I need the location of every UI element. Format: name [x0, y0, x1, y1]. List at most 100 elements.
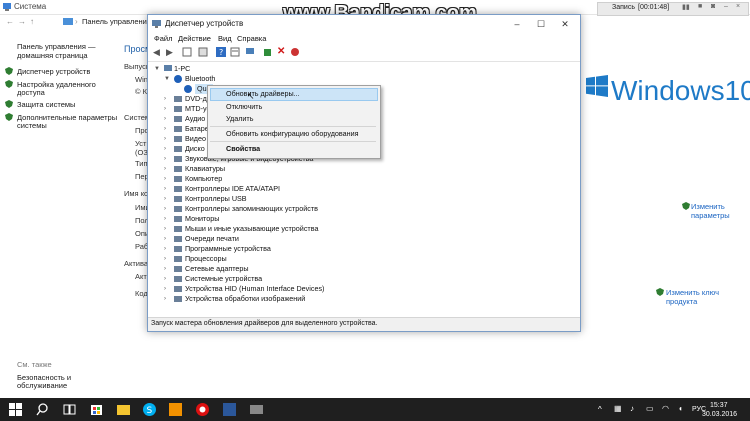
collapsed-arrow-icon[interactable]: › — [164, 264, 166, 274]
ctx-uninstall[interactable]: Удалить — [226, 114, 253, 123]
help-icon[interactable]: ? — [216, 47, 226, 57]
tree-item[interactable]: Компьютер — [185, 174, 222, 184]
change-params-link-1[interactable]: Изменить — [691, 202, 725, 211]
tree-item[interactable]: Устройства HID (Human Interface Devices) — [185, 284, 324, 294]
device-manager-link[interactable]: Диспетчер устройств — [17, 67, 90, 76]
tray-battery-icon[interactable]: ▭ — [646, 404, 654, 413]
back-icon[interactable]: ◀ — [153, 47, 163, 57]
section-label: Уст — [135, 139, 147, 148]
collapsed-arrow-icon[interactable]: › — [164, 254, 166, 264]
close-button[interactable]: ✕ — [554, 17, 576, 31]
ctx-scan-hardware[interactable]: Обновить конфигурацию оборудования — [226, 129, 359, 138]
forward-icon[interactable]: ▶ — [166, 47, 176, 57]
app-icon[interactable] — [168, 402, 183, 417]
list-icon[interactable] — [230, 47, 240, 57]
collapsed-arrow-icon[interactable]: › — [164, 274, 166, 284]
tree-item[interactable]: Контроллеры запоминающих устройств — [185, 204, 318, 214]
advanced-settings-link-2[interactable]: системы — [17, 121, 47, 130]
ctx-properties[interactable]: Свойства — [226, 144, 260, 153]
task-view-icon[interactable] — [62, 402, 77, 417]
system-protection-link[interactable]: Защита системы — [17, 100, 75, 109]
menu-view[interactable]: Вид — [218, 34, 232, 43]
pause-icon[interactable]: ▮▮ — [682, 3, 690, 11]
tree-item[interactable]: Системные устройства — [185, 274, 262, 284]
menu-help[interactable]: Справка — [237, 34, 266, 43]
cp-home-link-2[interactable]: домашняя страница — [17, 51, 88, 60]
collapsed-arrow-icon[interactable]: › — [164, 194, 166, 204]
svg-text:S: S — [147, 406, 153, 416]
tray-network-icon[interactable]: ▦ — [614, 404, 622, 413]
forward-arrow-icon[interactable]: → — [18, 17, 26, 26]
menu-file[interactable]: Файл — [154, 34, 172, 43]
close-icon[interactable]: × — [736, 3, 740, 10]
monitor-icon[interactable] — [245, 47, 255, 57]
minimize-button[interactable]: – — [506, 17, 528, 31]
change-params-link-2[interactable]: параметры — [691, 211, 730, 220]
cp-home-link-1[interactable]: Панель управления — — [17, 42, 95, 51]
mouse-cursor-icon: ↖ — [247, 91, 255, 101]
clock-date[interactable]: 30.03.2016 — [702, 411, 737, 418]
tray-speaker-icon[interactable]: ◖ — [678, 404, 683, 413]
word-icon[interactable] — [222, 402, 237, 417]
minimize-icon[interactable]: – — [724, 3, 728, 10]
context-menu: Обновить драйверы... Отключить Удалить О… — [207, 85, 381, 159]
tray-volume-icon[interactable]: ♪ — [630, 404, 634, 413]
update-driver-icon[interactable] — [263, 47, 273, 57]
dm-menubar: Файл Действие Вид Справка — [148, 33, 580, 45]
ctx-update-drivers[interactable]: Обновить драйверы... — [226, 89, 300, 98]
clock-time[interactable]: 15:37 — [710, 402, 728, 409]
section-label: Акт — [135, 272, 147, 281]
tree-item[interactable]: Мыши и иные указывающие устройства — [185, 224, 318, 234]
collapsed-arrow-icon[interactable]: › — [164, 224, 166, 234]
camera-icon[interactable]: ◙ — [711, 3, 715, 10]
section-label: Выпуск — [124, 62, 150, 71]
uninstall-icon[interactable]: ✕ — [277, 46, 287, 57]
dm-toolbar: ◀ ▶ ? ✕ — [148, 45, 580, 62]
collapsed-arrow-icon[interactable]: › — [164, 214, 166, 224]
tree-view-icon[interactable] — [182, 47, 192, 57]
nav-path[interactable]: Панель управления — [82, 17, 151, 26]
ctx-disable[interactable]: Отключить — [226, 102, 262, 111]
tree-item[interactable]: Очереди печати — [185, 234, 239, 244]
windows-store-icon[interactable] — [89, 402, 104, 417]
collapsed-arrow-icon[interactable]: › — [164, 204, 166, 214]
device-manager-taskbar-icon[interactable] — [249, 402, 264, 417]
tree-item[interactable]: Контроллеры USB — [185, 194, 247, 204]
tree-item[interactable]: Сетевые адаптеры — [185, 264, 249, 274]
tree-item[interactable]: Программные устройства — [185, 244, 271, 254]
rec-time: [00:01:48] — [638, 4, 670, 11]
scan-hardware-icon[interactable] — [290, 47, 300, 57]
collapsed-arrow-icon[interactable]: › — [164, 284, 166, 294]
tree-item[interactable]: Мониторы — [185, 214, 219, 224]
collapsed-arrow-icon[interactable]: › — [164, 164, 166, 174]
collapsed-arrow-icon[interactable]: › — [164, 294, 166, 304]
bandicam-icon[interactable] — [195, 402, 210, 417]
see-also-title: См. также — [17, 360, 52, 369]
tree-item[interactable]: Процессоры — [185, 254, 227, 264]
tray-wifi-icon[interactable]: ◠ — [662, 404, 669, 413]
up-arrow-icon[interactable]: ↑ — [30, 17, 34, 26]
device-category-icon — [174, 226, 182, 232]
file-explorer-icon[interactable] — [116, 402, 131, 417]
collapsed-arrow-icon[interactable]: › — [164, 234, 166, 244]
collapsed-arrow-icon[interactable]: › — [164, 184, 166, 194]
remote-access-link-2[interactable]: доступа — [17, 88, 45, 97]
back-arrow-icon[interactable]: ← — [6, 17, 14, 26]
tree-item[interactable]: Устройства обработки изображений — [185, 294, 305, 304]
tree-item[interactable]: Контроллеры IDE ATA/ATAPI — [185, 184, 280, 194]
dm-titlebar[interactable]: Диспетчер устройств – ☐ ✕ — [148, 15, 580, 33]
skype-icon[interactable]: S — [142, 402, 157, 417]
collapsed-arrow-icon[interactable]: › — [164, 174, 166, 184]
properties-icon[interactable] — [198, 47, 208, 57]
search-icon[interactable] — [35, 402, 50, 417]
menu-action[interactable]: Действие — [178, 34, 211, 43]
change-key-link[interactable]: Изменить ключ продукта — [666, 288, 750, 306]
tray-chevron-icon[interactable]: ^ — [598, 405, 602, 414]
start-icon[interactable] — [8, 402, 23, 417]
maximize-button[interactable]: ☐ — [530, 17, 552, 31]
stop-icon[interactable]: ■ — [698, 3, 702, 10]
security-link-2[interactable]: обслуживание — [17, 381, 67, 390]
shield-icon — [656, 288, 664, 296]
tree-item[interactable]: Клавиатуры — [185, 164, 225, 174]
collapsed-arrow-icon[interactable]: › — [164, 244, 166, 254]
